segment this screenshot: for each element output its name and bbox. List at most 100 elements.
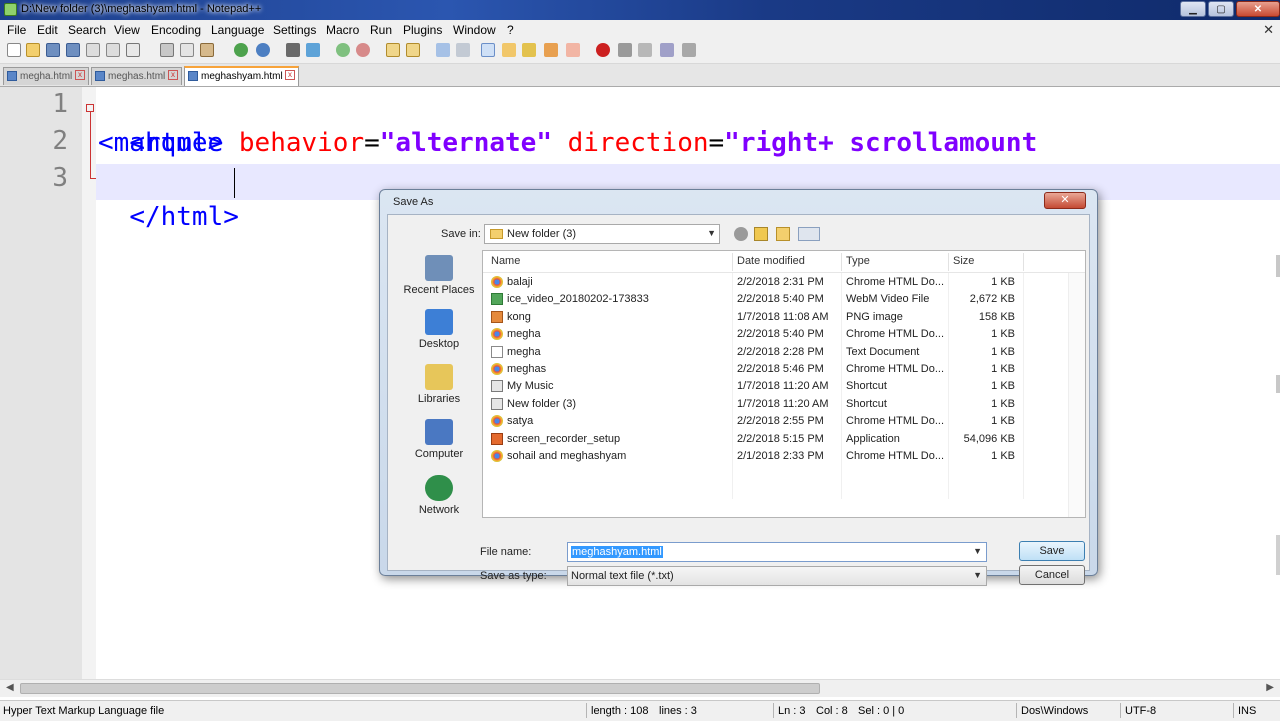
menu-view[interactable]: View [114,23,140,37]
close-file-icon[interactable] [86,43,100,57]
copy-icon[interactable] [180,43,194,57]
place-network[interactable]: Network [396,475,482,516]
sync-horizontal-icon[interactable] [406,43,420,57]
code-line-1[interactable]: <html> [98,88,223,158]
tab-close-icon[interactable]: x [285,70,295,80]
file-row[interactable]: meghas 2/2/2018 5:46 PM Chrome HTML Do... 1… [483,361,1085,378]
chevron-down-icon[interactable]: ▼ [973,570,982,580]
file-name-input[interactable]: meghashyam.html ▼ [567,542,987,562]
show-all-characters-icon[interactable] [456,43,470,57]
fold-margin[interactable] [82,87,96,679]
folder-as-workspace-icon[interactable] [566,43,580,57]
menu-window[interactable]: Window [453,23,496,37]
close-button[interactable]: ✕ [1236,1,1280,17]
up-folder-icon[interactable] [754,227,768,241]
horizontal-scrollbar[interactable]: ◀ ▶ [0,679,1280,697]
tab-meghas-html[interactable]: meghas.html x [91,67,182,85]
place-computer[interactable]: Computer [396,419,482,460]
redo-icon[interactable] [256,43,270,57]
stop-macro-icon[interactable] [618,43,632,57]
menu-search[interactable]: Search [68,23,106,37]
column-separator[interactable] [841,253,842,271]
record-macro-icon[interactable] [596,43,610,57]
menu-plugins[interactable]: Plugins [403,23,442,37]
code-line-3[interactable]: </html> [98,162,239,232]
paste-icon[interactable] [200,43,214,57]
column-header-name[interactable]: Name [491,255,520,267]
sync-vertical-icon[interactable] [386,43,400,57]
file-list-scrollbar[interactable] [1068,273,1085,517]
column-header-date[interactable]: Date modified [737,255,805,267]
zoom-in-icon[interactable] [336,43,350,57]
save-icon[interactable] [46,43,60,57]
fold-toggle-icon[interactable] [86,104,94,112]
place-libraries[interactable]: Libraries [396,364,482,405]
menu-language[interactable]: Language [211,23,264,37]
undo-icon[interactable] [234,43,248,57]
menu-file[interactable]: File [7,23,26,37]
scrollbar-thumb[interactable] [20,683,820,694]
document-map-icon[interactable] [544,43,558,57]
cut-icon[interactable] [160,43,174,57]
file-row[interactable]: balaji 2/2/2018 2:31 PM Chrome HTML Do... 1… [483,274,1085,291]
replace-icon[interactable] [306,43,320,57]
scroll-right-icon[interactable]: ▶ [1266,682,1274,693]
menu-macro[interactable]: Macro [326,23,359,37]
save-button[interactable]: Save [1019,541,1085,561]
file-row[interactable]: kong 1/7/2018 11:08 AM PNG image 158 KB [483,309,1085,326]
file-row[interactable]: sohail and meghashyam 2/1/2018 2:33 PM Chr… [483,448,1085,465]
place-desktop[interactable]: Desktop [396,309,482,350]
menu-help[interactable]: ? [507,23,514,37]
column-separator[interactable] [732,253,733,271]
save-macro-icon[interactable] [682,43,696,57]
file-row[interactable]: New folder (3) 1/7/2018 11:20 AM Shortcut 1… [483,396,1085,413]
cancel-button[interactable]: Cancel [1019,565,1085,585]
chevron-down-icon[interactable]: ▼ [707,228,716,238]
run-macro-multiple-icon[interactable] [660,43,674,57]
tab-close-icon[interactable]: x [75,70,85,80]
tab-megha-html[interactable]: megha.html x [3,67,89,85]
word-wrap-icon[interactable] [436,43,450,57]
view-menu-icon[interactable] [798,227,820,241]
place-recent-places[interactable]: Recent Places [396,255,482,296]
save-in-dropdown[interactable]: New folder (3) ▼ [484,224,720,244]
close-all-icon[interactable] [106,43,120,57]
code-line-2[interactable]: <marquee behavior="alternate" direction=… [98,125,1037,162]
file-row[interactable]: My Music 1/7/2018 11:20 AM Shortcut 1 KB [483,378,1085,395]
file-row[interactable]: megha 2/2/2018 2:28 PM Text Document 1 KB [483,344,1085,361]
column-header-type[interactable]: Type [846,255,870,267]
menu-encoding[interactable]: Encoding [151,23,201,37]
file-row[interactable]: satya 2/2/2018 2:55 PM Chrome HTML Do... 1 … [483,413,1085,430]
column-separator[interactable] [1023,253,1024,271]
column-header-size[interactable]: Size [953,255,974,267]
file-list[interactable]: Name Date modified Type Size balaji 2/2/2… [482,250,1086,518]
maximize-button[interactable]: ▢ [1208,1,1234,17]
chevron-down-icon[interactable]: ▼ [973,546,982,556]
tab-meghashyam-html[interactable]: meghashyam.html x [184,66,299,86]
column-separator[interactable] [948,253,949,271]
file-row[interactable]: megha 2/2/2018 5:40 PM Chrome HTML Do... 1 … [483,326,1085,343]
dialog-close-button[interactable]: ✕ [1044,192,1086,209]
open-file-icon[interactable] [26,43,40,57]
close-document-icon[interactable]: ✕ [1263,22,1274,38]
play-macro-icon[interactable] [638,43,652,57]
new-file-icon[interactable] [7,43,21,57]
save-as-type-dropdown[interactable]: Normal text file (*.txt) ▼ [567,566,987,586]
print-icon[interactable] [126,43,140,57]
new-folder-icon[interactable] [776,227,790,241]
menu-run[interactable]: Run [370,23,392,37]
language-icon[interactable] [502,43,516,57]
tab-close-icon[interactable]: x [168,70,178,80]
find-icon[interactable] [286,43,300,57]
indent-guide-icon[interactable] [481,43,495,57]
save-all-icon[interactable] [66,43,80,57]
scroll-left-icon[interactable]: ◀ [6,682,14,693]
menu-edit[interactable]: Edit [37,23,58,37]
function-list-icon[interactable] [522,43,536,57]
zoom-out-icon[interactable] [356,43,370,57]
file-row[interactable]: ice_video_20180202-173833 2/2/2018 5:40 P… [483,291,1085,308]
minimize-button[interactable]: ▁ [1180,1,1206,17]
menu-settings[interactable]: Settings [273,23,316,37]
file-row[interactable]: screen_recorder_setup 2/2/2018 5:15 PM App… [483,431,1085,448]
back-icon[interactable] [734,227,748,241]
